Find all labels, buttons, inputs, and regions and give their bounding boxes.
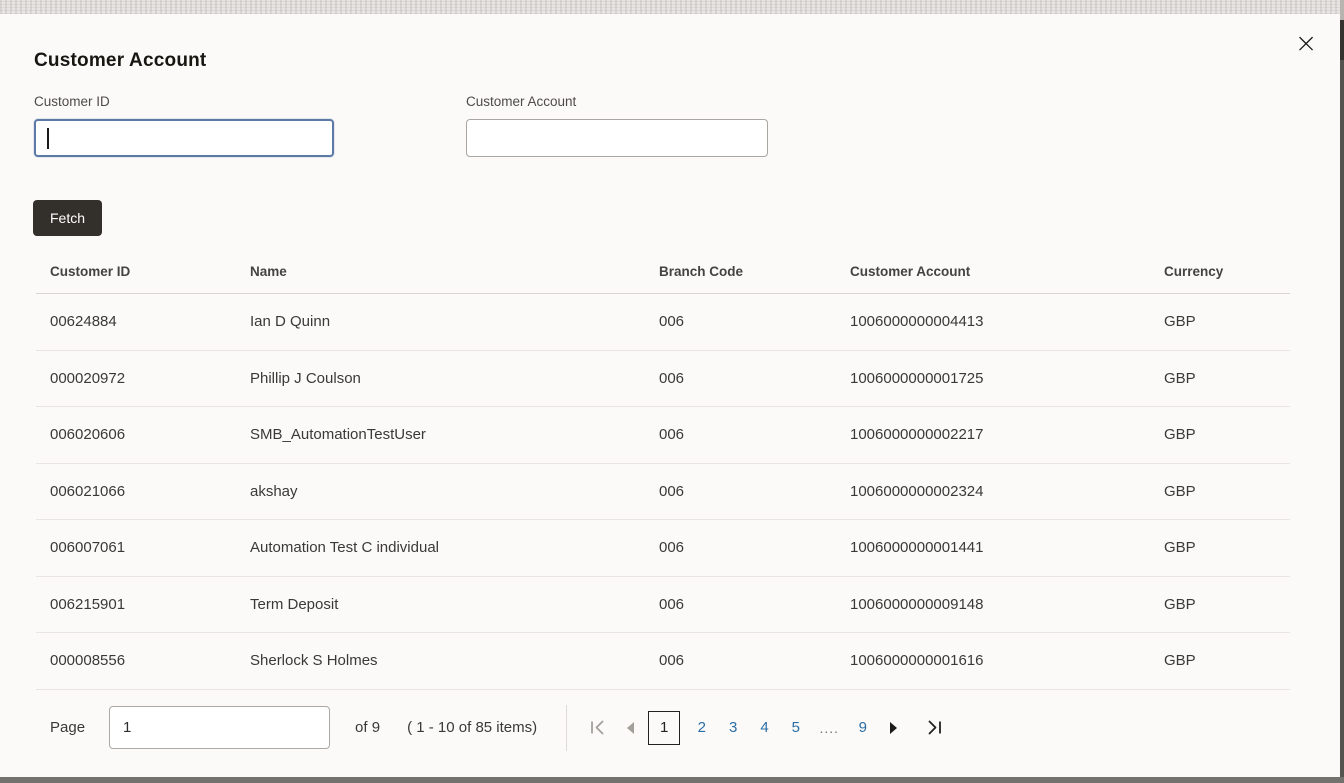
cell-customer-id: 006020606	[50, 426, 126, 444]
cell-currency: GBP	[1164, 595, 1196, 613]
current-page-indicator: 1	[648, 710, 681, 745]
cell-customer-id: 006215901	[50, 595, 126, 613]
table-row[interactable]: 00624884 Ian D Quinn 006 100600000000441…	[36, 294, 1290, 351]
page-ellipsis: ....	[819, 719, 840, 736]
cell-name: Term Deposit	[250, 595, 339, 613]
window-bottom-edge	[0, 777, 1344, 783]
table-row[interactable]: 006007061 Automation Test C individual 0…	[36, 520, 1290, 577]
table-row[interactable]: 006020606 SMB_AutomationTestUser 006 100…	[36, 407, 1290, 464]
page-count-text: of 9	[355, 719, 381, 736]
page-label: Page	[50, 719, 86, 736]
pagination-controls: 1 2 3 4 5 .... 9	[579, 710, 953, 745]
cell-currency: GBP	[1164, 539, 1196, 557]
cell-name: Phillip J Coulson	[250, 369, 361, 387]
first-page-icon[interactable]	[579, 711, 616, 745]
pagination-divider	[566, 704, 568, 751]
customer-id-label: Customer ID	[34, 94, 110, 109]
table-header-row: Customer ID Name Branch Code Customer Ac…	[36, 250, 1290, 294]
cell-name: Sherlock S Holmes	[250, 652, 378, 670]
pagination-bar: Page of 9 ( 1 - 10 of 85 items) 1 2 3 4 …	[50, 700, 1290, 756]
page-link-4[interactable]: 4	[760, 719, 768, 736]
table-row[interactable]: 000020972 Phillip J Coulson 006 10060000…	[36, 351, 1290, 407]
close-icon[interactable]: ×	[1290, 28, 1322, 60]
cell-branch-code: 006	[659, 313, 685, 331]
table-row[interactable]: 006021066 akshay 006 1006000000002324 GB…	[36, 464, 1290, 520]
table-row[interactable]: 000008556 Sherlock S Holmes 006 10060000…	[36, 633, 1290, 690]
cell-branch-code: 006	[659, 652, 685, 670]
page-link-2[interactable]: 2	[698, 719, 706, 736]
next-page-icon[interactable]	[878, 711, 908, 745]
customer-account-input[interactable]	[466, 119, 768, 157]
cell-name: Ian D Quinn	[250, 313, 331, 331]
cell-branch-code: 006	[659, 426, 685, 444]
page-link-3[interactable]: 3	[729, 719, 737, 736]
cell-customer-id: 006021066	[50, 482, 126, 500]
page-number-input[interactable]	[109, 706, 331, 749]
filter-form: Customer ID Customer Account	[34, 94, 1340, 190]
col-header-branch-code: Branch Code	[659, 264, 744, 279]
cell-customer-account: 1006000000004413	[850, 313, 984, 331]
previous-page-icon[interactable]	[616, 711, 646, 745]
cell-name: SMB_AutomationTestUser	[250, 426, 426, 444]
cell-branch-code: 006	[659, 482, 685, 500]
fetch-button[interactable]: Fetch	[33, 200, 103, 236]
cell-customer-account: 1006000000002324	[850, 482, 984, 500]
last-page-icon[interactable]	[916, 711, 953, 745]
window-top-edge	[0, 0, 1344, 14]
col-header-customer-account: Customer Account	[850, 264, 971, 279]
cell-customer-account: 1006000000009148	[850, 595, 984, 613]
col-header-currency: Currency	[1164, 264, 1224, 279]
customer-account-modal: × Customer Account Customer ID Customer …	[0, 14, 1340, 777]
cell-currency: GBP	[1164, 652, 1196, 670]
cell-customer-account: 1006000000001725	[850, 369, 984, 387]
customer-account-table: Customer ID Name Branch Code Customer Ac…	[36, 250, 1290, 690]
cell-branch-code: 006	[659, 595, 685, 613]
page-link-5[interactable]: 5	[792, 719, 800, 736]
cell-customer-account: 1006000000001441	[850, 539, 984, 557]
cell-currency: GBP	[1164, 313, 1196, 331]
window-right-edge	[1340, 0, 1344, 783]
cell-customer-account: 1006000000001616	[850, 652, 984, 670]
cell-currency: GBP	[1164, 369, 1196, 387]
cell-name: Automation Test C individual	[250, 539, 439, 557]
items-range-text: ( 1 - 10 of 85 items)	[407, 719, 538, 736]
cell-branch-code: 006	[659, 369, 685, 387]
col-header-name: Name	[250, 264, 287, 279]
customer-id-input[interactable]	[34, 119, 334, 157]
cell-customer-id: 000008556	[50, 652, 126, 670]
cell-branch-code: 006	[659, 539, 685, 557]
cell-name: akshay	[250, 482, 298, 500]
customer-id-field-group: Customer ID	[34, 94, 334, 157]
page-link-9[interactable]: 9	[859, 719, 867, 736]
cell-customer-id: 000020972	[50, 369, 126, 387]
table-row[interactable]: 006215901 Term Deposit 006 1006000000009…	[36, 577, 1290, 633]
cell-currency: GBP	[1164, 482, 1196, 500]
col-header-customer-id: Customer ID	[50, 264, 131, 279]
cell-customer-id: 006007061	[50, 539, 126, 557]
customer-account-field-group: Customer Account	[466, 94, 768, 157]
cell-customer-id: 00624884	[50, 313, 117, 331]
page-title: Customer Account	[34, 50, 207, 71]
cell-customer-account: 1006000000002217	[850, 426, 984, 444]
cell-currency: GBP	[1164, 426, 1196, 444]
customer-account-label: Customer Account	[466, 94, 577, 109]
